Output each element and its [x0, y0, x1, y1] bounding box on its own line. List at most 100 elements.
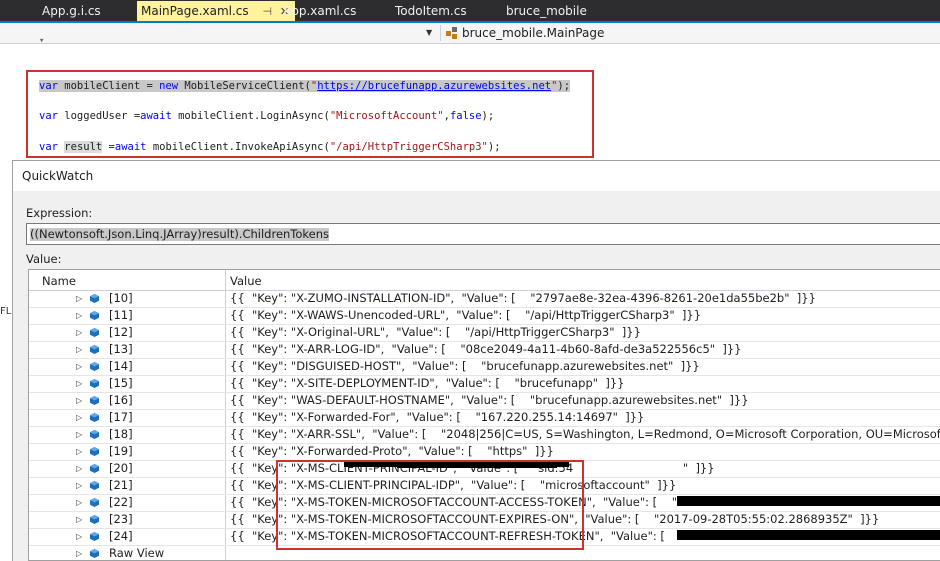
row-value: {{ "Key": "X-ZUMO-INSTALLATION-ID", "Val… [230, 291, 816, 305]
field-cube-icon [90, 549, 99, 558]
row-value: {{ "Key": "X-WAWS-Unencoded-URL", "Value… [230, 308, 702, 322]
row-name: [24] [109, 529, 133, 543]
dialog-title: QuickWatch [22, 169, 94, 183]
key-highlight-box [276, 460, 584, 550]
expand-arrow-icon[interactable]: ▷ [76, 513, 84, 526]
field-cube-icon [90, 515, 99, 524]
row-name: [17] [109, 410, 133, 424]
clipped-side-text: FL [0, 306, 12, 317]
row-value: {{ "Key": "X-Forwarded-For", "Value": [ … [230, 410, 645, 424]
field-cube-icon [90, 328, 99, 337]
expand-arrow-icon[interactable]: ▷ [76, 377, 84, 390]
field-cube-icon [90, 430, 99, 439]
expand-arrow-icon[interactable]: ▷ [76, 530, 84, 543]
row-name: Raw View [109, 546, 165, 560]
dialog-title-bar[interactable]: QuickWatch [13, 161, 940, 191]
navigation-bar: ▼ bruce_mobile.MainPage [0, 23, 940, 44]
expand-arrow-icon[interactable]: ▷ [76, 496, 84, 509]
expand-arrow-icon[interactable]: ▷ [76, 411, 84, 424]
tab-app-g-i-cs[interactable]: App.g.i.cs [42, 2, 101, 21]
row-value: {{ "Key": "X-Original-URL", "Value": [ "… [230, 325, 641, 339]
expression-text: ((Newtonsoft.Json.Linq.JArray)result).Ch… [30, 227, 330, 241]
tab-todoitem-cs[interactable]: TodoItem.cs [395, 2, 467, 21]
class-member-icon [446, 27, 457, 39]
tab-label: MainPage.xaml.cs [141, 4, 249, 18]
tab-label: TodoItem.cs [395, 4, 467, 18]
field-cube-icon [90, 464, 99, 473]
row-value: {{ "Key": "X-ARR-SSL", "Value": [ "2048|… [230, 427, 940, 441]
tab-mainpage-xaml-cs[interactable]: MainPage.xaml.cs ⊣ ✕ [137, 1, 296, 21]
field-cube-icon [90, 362, 99, 371]
table-row[interactable]: ▷ [14] {{ "Key": "DISGUISED-HOST", "Value"… [29, 358, 940, 376]
field-cube-icon [90, 498, 99, 507]
table-row[interactable]: ▷ [15] {{ "Key": "X-SITE-DEPLOYMENT-ID", "… [29, 375, 940, 393]
row-name: [19] [109, 444, 133, 458]
row-name: [20] [109, 461, 133, 475]
document-tab-strip: App.g.i.cs MainPage.xaml.cs ⊣ ✕ App.xaml… [0, 0, 940, 21]
expression-label: Expression: [26, 206, 93, 220]
field-cube-icon [90, 413, 99, 422]
table-row[interactable]: ▷ [17] {{ "Key": "X-Forwarded-For", "Value… [29, 409, 940, 427]
expand-arrow-icon[interactable]: ▷ [76, 343, 84, 356]
value-label: Value: [26, 252, 62, 266]
row-value: {{ "Key": "X-SITE-DEPLOYMENT-ID", "Value… [230, 376, 625, 390]
field-cube-icon [90, 532, 99, 541]
expand-arrow-icon[interactable]: ▷ [76, 462, 84, 475]
field-cube-icon [90, 396, 99, 405]
column-header-name[interactable]: Name [42, 274, 76, 288]
grid-header: Name Value [29, 270, 940, 291]
code-editor[interactable]: ▾ var mobileClient = new MobileServiceCl… [0, 36, 940, 158]
row-name: [21] [109, 478, 133, 492]
row-value: {{ "Key": "WAS-DEFAULT-HOSTNAME", "Value… [230, 393, 749, 407]
expression-input[interactable]: ((Newtonsoft.Json.Linq.JArray)result).Ch… [26, 223, 940, 245]
divider [440, 25, 441, 41]
tab-bruce-mobile[interactable]: bruce_mobile [506, 2, 587, 21]
table-row[interactable]: ▷ [13] {{ "Key": "X-ARR-LOG-ID", "Value": … [29, 341, 940, 359]
redaction-bar [677, 530, 940, 540]
field-cube-icon [90, 345, 99, 354]
row-value: {{ "Key": "X-Forwarded-Proto", "Value": … [230, 444, 554, 458]
table-row[interactable]: ▷ [16] {{ "Key": "WAS-DEFAULT-HOSTNAME", "… [29, 392, 940, 410]
expand-arrow-icon[interactable]: ▷ [76, 547, 84, 560]
row-name: [10] [109, 291, 133, 305]
field-cube-icon [90, 447, 99, 456]
expand-arrow-icon[interactable]: ▷ [76, 428, 84, 441]
code-highlight-box [26, 70, 594, 158]
column-header-value[interactable]: Value [230, 274, 262, 288]
expand-arrow-icon[interactable]: ▷ [76, 445, 84, 458]
table-row[interactable]: ▷ [19] {{ "Key": "X-Forwarded-Proto", "Val… [29, 443, 940, 461]
row-name: [22] [109, 495, 133, 509]
field-cube-icon [90, 481, 99, 490]
tab-app-xaml-cs[interactable]: App.xaml.cs [283, 2, 356, 21]
row-name: [16] [109, 393, 133, 407]
tab-label: bruce_mobile [506, 4, 587, 18]
table-row[interactable]: ▷ [12] {{ "Key": "X-Original-URL", "Value"… [29, 324, 940, 342]
field-cube-icon [90, 379, 99, 388]
row-name: [12] [109, 325, 133, 339]
table-row[interactable]: ▷ [10] {{ "Key": "X-ZUMO-INSTALLATION-ID",… [29, 290, 940, 308]
chevron-down-icon[interactable]: ▼ [426, 25, 438, 41]
member-dropdown[interactable]: bruce_mobile.MainPage [462, 26, 604, 40]
row-name: [15] [109, 376, 133, 390]
row-value: {{ "Key": "DISGUISED-HOST", "Value": [ "… [230, 359, 700, 373]
tab-label: App.xaml.cs [283, 4, 357, 18]
pin-icon[interactable]: ⊣ [262, 5, 272, 18]
field-cube-icon [90, 311, 99, 320]
redaction-bar [677, 496, 940, 506]
expand-arrow-icon[interactable]: ▷ [76, 479, 84, 492]
expand-arrow-icon[interactable]: ▷ [76, 309, 84, 322]
field-cube-icon [90, 294, 99, 303]
row-name: [11] [109, 308, 133, 322]
tab-label: App.g.i.cs [42, 4, 101, 18]
expand-arrow-icon[interactable]: ▷ [76, 326, 84, 339]
expand-arrow-icon[interactable]: ▷ [76, 394, 84, 407]
collapsed-marker: ▾ [39, 36, 45, 46]
row-value: {{ "Key": "X-ARR-LOG-ID", "Value": [ "08… [230, 342, 742, 356]
row-name: [23] [109, 512, 133, 526]
expand-arrow-icon[interactable]: ▷ [76, 360, 84, 373]
row-name: [18] [109, 427, 133, 441]
table-row[interactable]: ▷ [11] {{ "Key": "X-WAWS-Unencoded-URL", "… [29, 307, 940, 325]
expand-arrow-icon[interactable]: ▷ [76, 292, 84, 305]
table-row[interactable]: ▷ [18] {{ "Key": "X-ARR-SSL", "Value": [ "… [29, 426, 940, 444]
row-name: [13] [109, 342, 133, 356]
